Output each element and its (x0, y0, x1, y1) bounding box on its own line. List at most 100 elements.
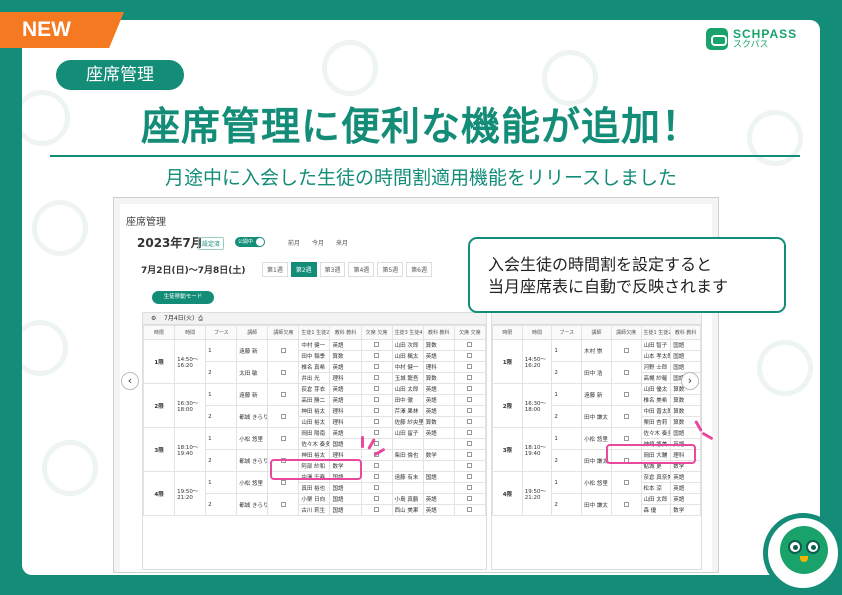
student-name[interactable]: 山田 留子 (391, 427, 424, 439)
student-name[interactable]: 山田 太郎 (391, 383, 424, 395)
checkbox[interactable] (374, 474, 380, 479)
student-name[interactable]: 椎名 真希 (298, 361, 331, 373)
checkbox[interactable] (374, 397, 380, 402)
checkbox[interactable] (374, 496, 380, 501)
student-name[interactable]: 柴田 倫也 (391, 449, 424, 461)
student-name[interactable]: 西山 美果 (391, 504, 424, 516)
checkbox[interactable] (467, 496, 473, 501)
student-name[interactable]: 山田 優太 (640, 383, 672, 395)
checkbox[interactable] (467, 386, 473, 391)
checkbox[interactable] (467, 441, 473, 446)
checkbox[interactable] (467, 452, 473, 457)
checkbox[interactable] (374, 485, 380, 490)
student-name[interactable]: 佐々木 奏多 (298, 438, 331, 450)
checkbox[interactable] (374, 364, 380, 369)
checkbox[interactable] (374, 342, 380, 347)
checkbox[interactable] (467, 408, 473, 413)
publish-toggle[interactable]: 公開中 (235, 237, 265, 247)
settings-icon[interactable]: ⚙ (151, 315, 156, 322)
student-name[interactable]: 山田 智子 (640, 339, 672, 351)
prev-month-link[interactable]: 前月 (288, 238, 300, 247)
student-name[interactable]: 芹澤 果林 (391, 405, 424, 417)
student-move-mode-button[interactable]: 生徒移動モード (152, 291, 214, 304)
student-name[interactable]: 奈倉 真奈美 (640, 471, 672, 483)
checkbox[interactable] (374, 386, 380, 391)
chevron-right-icon[interactable]: › (681, 372, 699, 390)
settings-button[interactable]: 設定済 (198, 237, 225, 250)
checkbox[interactable] (467, 342, 473, 347)
student-name[interactable]: 山本 孝太郎 (640, 350, 672, 362)
checkbox[interactable] (280, 479, 286, 485)
student-name[interactable]: 佐藤 紗央里 (391, 416, 424, 428)
tab-week-1[interactable]: 第1週 (262, 262, 288, 277)
tab-week-4[interactable]: 第4週 (348, 262, 375, 277)
checkbox[interactable] (623, 435, 629, 441)
student-name[interactable]: 田中 稲季 (298, 350, 331, 362)
checkbox[interactable] (280, 435, 286, 441)
checkbox[interactable] (467, 419, 473, 424)
checkbox[interactable] (467, 353, 473, 358)
student-name[interactable]: 佐々木 奏多 (640, 427, 672, 439)
student-name[interactable]: 中村 健一 (298, 339, 331, 351)
checkbox[interactable] (623, 347, 629, 353)
checkbox[interactable] (280, 413, 286, 419)
student-name[interactable]: 山田 太郎 (640, 493, 672, 505)
student-name[interactable]: 山田 次郎 (391, 339, 424, 351)
checkbox[interactable] (280, 391, 286, 397)
student-name[interactable]: 河野 士郎 (640, 361, 672, 373)
student-name[interactable]: 遠藤 有未 (391, 471, 424, 483)
student-name[interactable]: 岡田 陽南 (298, 427, 331, 439)
student-name[interactable]: 田中 徹 (391, 394, 424, 406)
student-name[interactable]: 栗田 杏莉 (640, 416, 672, 428)
student-name[interactable]: 山田 楓太 (391, 350, 424, 362)
checkbox[interactable] (467, 463, 473, 468)
checkbox[interactable] (623, 479, 629, 485)
checkbox[interactable] (467, 485, 473, 490)
checkbox[interactable] (374, 430, 380, 435)
checkbox[interactable] (467, 375, 473, 380)
student-name[interactable] (391, 438, 424, 450)
student-name[interactable]: 小栗 日向 (298, 493, 331, 505)
student-name[interactable]: 小島 真鶴 (391, 493, 424, 505)
tab-week-2[interactable]: 第2週 (290, 262, 317, 277)
tab-week-6[interactable]: 第6週 (406, 262, 432, 277)
student-name[interactable]: 高田 勝二 (298, 394, 331, 406)
chevron-left-icon[interactable]: ‹ (121, 372, 139, 390)
student-name[interactable]: 椎名 美希 (640, 394, 672, 406)
checkbox[interactable] (374, 507, 380, 512)
this-month-link[interactable]: 今月 (312, 238, 324, 247)
checkbox[interactable] (374, 463, 380, 468)
tab-week-3[interactable]: 第3週 (319, 262, 346, 277)
checkbox[interactable] (623, 413, 629, 419)
checkbox[interactable] (467, 397, 473, 402)
student-name[interactable]: 井出 光 (298, 372, 331, 384)
checkbox[interactable] (374, 408, 380, 413)
student-name[interactable]: 真田 裕也 (298, 482, 331, 494)
checkbox[interactable] (467, 474, 473, 479)
student-name[interactable]: 古川 莉生 (298, 504, 331, 516)
student-name[interactable]: 中田 晋太郎 (640, 405, 672, 417)
checkbox[interactable] (374, 419, 380, 424)
student-name[interactable] (391, 460, 424, 472)
checkbox[interactable] (467, 430, 473, 435)
checkbox[interactable] (623, 391, 629, 397)
student-name[interactable]: 山田 裕太 (298, 416, 331, 428)
student-name[interactable] (391, 482, 424, 494)
checkbox[interactable] (374, 375, 380, 380)
tab-week-5[interactable]: 第5週 (377, 262, 404, 277)
student-name[interactable]: 中村 健一 (391, 361, 424, 373)
checkbox[interactable] (467, 507, 473, 512)
checkbox[interactable] (280, 369, 286, 375)
checkbox[interactable] (374, 441, 380, 446)
checkbox[interactable] (623, 501, 629, 507)
student-name[interactable]: 神田 裕太 (298, 405, 331, 417)
print-icon[interactable]: ⎙ (198, 315, 203, 322)
student-name[interactable]: 高槻 紗羅 (640, 372, 672, 384)
student-name[interactable]: 荻倉 芽衣 (298, 383, 331, 395)
checkbox[interactable] (280, 501, 286, 507)
next-month-link[interactable]: 来月 (336, 238, 348, 247)
student-name[interactable]: 森 優 (640, 504, 672, 516)
checkbox[interactable] (623, 369, 629, 375)
checkbox[interactable] (280, 347, 286, 353)
checkbox[interactable] (467, 364, 473, 369)
